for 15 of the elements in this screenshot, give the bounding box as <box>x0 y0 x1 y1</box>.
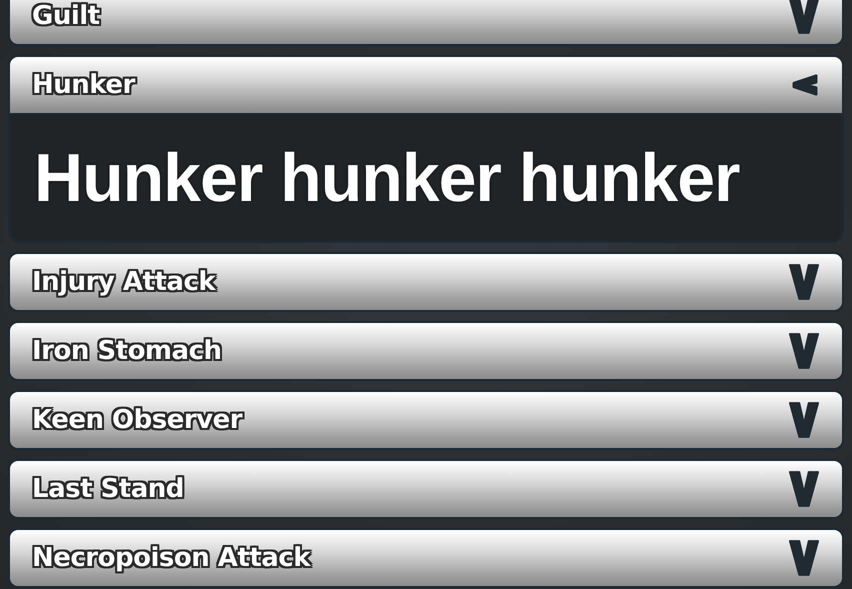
perk-name: Necropoison Attack <box>32 543 310 573</box>
perk-name: Iron Stomach <box>32 336 222 366</box>
perk-name: Hunker <box>32 70 135 100</box>
perk-header[interactable]: Necropoison Attack <box>8 528 844 588</box>
perk-name: Guilt <box>32 1 100 31</box>
perk-header[interactable]: Last Stand <box>8 459 844 519</box>
perk-header[interactable]: Guilt <box>8 0 844 46</box>
perk-header[interactable]: Keen Observer <box>8 390 844 450</box>
perk-name: Keen Observer <box>32 405 242 435</box>
perk-header[interactable]: Iron Stomach <box>8 321 844 381</box>
perk-name: Injury Attack <box>32 267 216 297</box>
perk-name: Last Stand <box>32 474 184 504</box>
perk-header[interactable]: Hunker <box>8 55 844 115</box>
perk-description: Hunker hunker hunker <box>34 139 740 217</box>
perk-header[interactable]: Injury Attack <box>8 252 844 312</box>
